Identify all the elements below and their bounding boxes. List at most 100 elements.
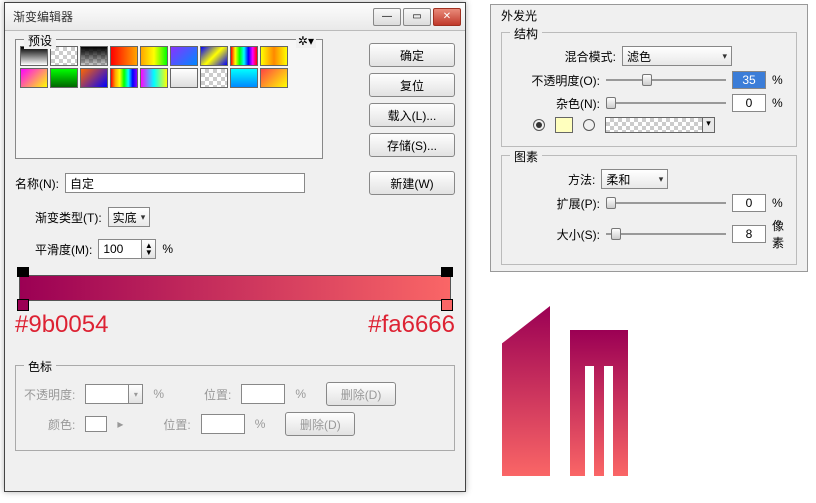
preset-swatch[interactable]	[80, 46, 108, 66]
preset-swatch[interactable]	[230, 46, 258, 66]
position-label: 位置:	[163, 416, 190, 433]
outer-glow-panel: 外发光 结构 混合模式: 滤色 ▾ 不透明度(O): 35 % 杂色(N): 0…	[490, 4, 808, 272]
delete-opacity-button: 删除(D)	[326, 382, 396, 406]
glow-gradient-swatch[interactable]: ▾	[605, 117, 715, 133]
left-hex-annotation: #9b0054	[15, 311, 108, 339]
delete-color-button: 删除(D)	[285, 412, 355, 436]
opacity-stop-left[interactable]	[17, 267, 29, 277]
new-label: 新建(W)	[390, 175, 433, 192]
opacity-label: 不透明度(O):	[510, 72, 600, 89]
preview-shape-1	[502, 306, 550, 476]
noise-slider[interactable]	[606, 96, 726, 110]
preset-swatch[interactable]	[200, 46, 228, 66]
preset-swatch[interactable]	[170, 68, 198, 88]
maximize-button[interactable]: ▭	[403, 8, 431, 26]
name-input[interactable]	[65, 173, 305, 193]
new-button[interactable]: 新建(W)	[369, 171, 455, 195]
gradient-type-value: 实底	[113, 209, 137, 226]
reset-button[interactable]: 复位	[369, 73, 455, 97]
stop-opacity-input	[85, 384, 129, 404]
stop-color-label: 颜色:	[48, 416, 75, 433]
percent-sign: %	[295, 387, 306, 401]
size-slider[interactable]	[606, 227, 726, 241]
save-label: 存储(S)...	[387, 137, 437, 154]
ok-button[interactable]: 确定	[369, 43, 455, 67]
blend-mode-label: 混合模式:	[526, 48, 616, 65]
stops-group: 色标 不透明度: ▾ % 位置: % 删除(D) 颜色: ▸ 位置: % 删除(…	[15, 365, 455, 451]
preset-swatch[interactable]	[50, 68, 78, 88]
gradient-bar[interactable]	[19, 275, 451, 301]
minimize-button[interactable]: —	[373, 8, 401, 26]
glow-gradient-radio[interactable]	[583, 119, 595, 131]
gradient-type-label: 渐变类型(T):	[35, 209, 102, 226]
titlebar[interactable]: 渐变编辑器 — ▭ ✕	[5, 3, 465, 31]
gradient-editor-window: 渐变编辑器 — ▭ ✕ 预设 ✲▾	[4, 2, 466, 492]
percent-sign: %	[772, 73, 788, 87]
blend-mode-value: 滤色	[627, 48, 651, 65]
close-button[interactable]: ✕	[433, 8, 461, 26]
technique-select[interactable]: 柔和 ▾	[601, 169, 668, 189]
gradient-bar-area[interactable]	[15, 269, 455, 307]
percent-sign: %	[772, 96, 788, 110]
preset-swatch[interactable]	[20, 68, 48, 88]
stop-opacity-position-input	[241, 384, 285, 404]
name-label: 名称(N):	[15, 175, 59, 192]
elements-group: 图素 方法: 柔和 ▾ 扩展(P): 0 % 大小(S): 8 像素	[501, 155, 797, 265]
stop-opacity-label: 不透明度:	[24, 386, 75, 403]
spread-value-input[interactable]: 0	[732, 194, 766, 212]
chevron-down-icon[interactable]: ▾	[702, 118, 714, 132]
presets-label: 预设	[24, 32, 56, 49]
noise-label: 杂色(N):	[510, 95, 600, 112]
percent-sign: %	[162, 242, 178, 256]
preset-swatch[interactable]	[260, 46, 288, 66]
preset-swatch[interactable]	[170, 46, 198, 66]
glow-color-radio[interactable]	[533, 119, 545, 131]
presets-panel: 预设 ✲▾	[15, 39, 323, 159]
delete-label: 删除(D)	[300, 416, 341, 433]
presets-menu-icon[interactable]: ✲▾	[296, 34, 316, 48]
preset-swatch[interactable]	[260, 68, 288, 88]
gradient-type-select[interactable]: 实底 ▾	[108, 207, 151, 227]
spread-slider[interactable]	[606, 196, 726, 210]
glow-color-swatch[interactable]	[555, 117, 573, 133]
chevron-down-icon: ▾	[141, 212, 146, 223]
delete-label: 删除(D)	[341, 386, 382, 403]
save-button[interactable]: 存储(S)...	[369, 133, 455, 157]
preset-swatch[interactable]	[230, 68, 258, 88]
structure-group: 结构 混合模式: 滤色 ▾ 不透明度(O): 35 % 杂色(N): 0 % ▾	[501, 32, 797, 147]
preset-swatch[interactable]	[80, 68, 108, 88]
percent-sign: %	[772, 196, 788, 210]
percent-sign: %	[153, 387, 164, 401]
load-button[interactable]: 载入(L)...	[369, 103, 455, 127]
preset-swatch[interactable]	[20, 46, 48, 66]
preset-swatch[interactable]	[110, 46, 138, 66]
preset-swatch[interactable]	[140, 68, 168, 88]
shape-preview	[490, 306, 650, 486]
color-stop-left[interactable]	[17, 299, 29, 311]
preset-swatch[interactable]	[110, 68, 138, 88]
chevron-down-icon: ▾	[659, 174, 664, 185]
window-title: 渐变编辑器	[9, 8, 373, 25]
blend-mode-select[interactable]: 滤色 ▾	[622, 46, 732, 66]
technique-value: 柔和	[606, 171, 630, 188]
noise-value-input[interactable]: 0	[732, 94, 766, 112]
load-label: 载入(L)...	[388, 107, 437, 124]
stop-color-swatch	[85, 416, 107, 432]
opacity-stop-right[interactable]	[441, 267, 453, 277]
chevron-right-icon: ▸	[117, 417, 123, 431]
color-stop-right[interactable]	[441, 299, 453, 311]
elements-label: 图素	[510, 148, 542, 165]
chevron-down-icon: ▾	[722, 51, 727, 62]
outer-glow-title: 外发光	[501, 9, 537, 23]
smoothness-stepper[interactable]: ▲▼	[142, 239, 156, 259]
preset-swatch[interactable]	[50, 46, 78, 66]
preset-swatch[interactable]	[140, 46, 168, 66]
preset-swatch[interactable]	[200, 68, 228, 88]
smoothness-input[interactable]	[98, 239, 142, 259]
opacity-value-input[interactable]: 35	[732, 71, 766, 89]
smoothness-label: 平滑度(M):	[35, 241, 92, 258]
percent-sign: %	[255, 417, 266, 431]
spread-label: 扩展(P):	[510, 195, 600, 212]
opacity-slider[interactable]	[606, 73, 726, 87]
size-value-input[interactable]: 8	[732, 225, 766, 243]
